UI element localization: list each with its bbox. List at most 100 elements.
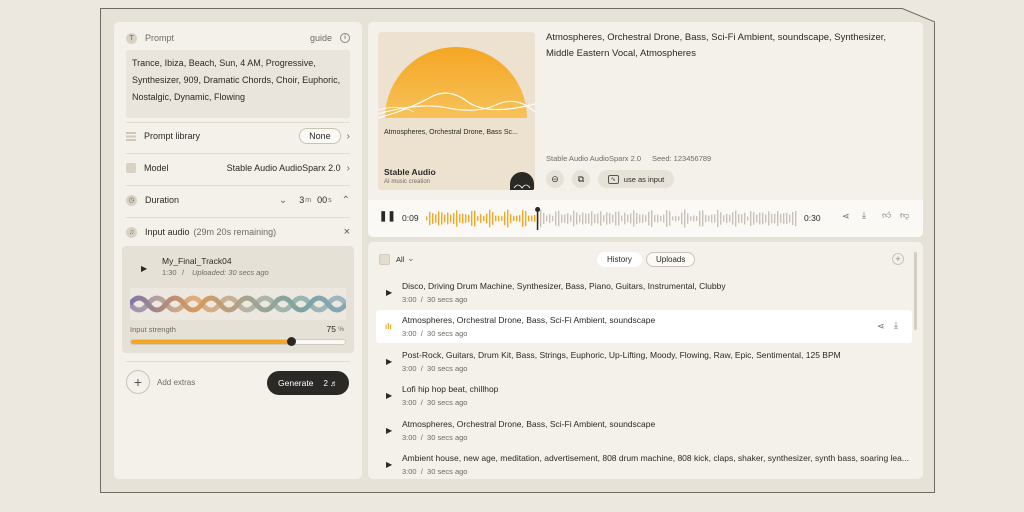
waveform-bar (708, 215, 710, 222)
waveform-bar (552, 215, 554, 222)
prompt-textarea[interactable]: Trance, Ibiza, Beach, Sun, 4 AM, Progres… (126, 50, 350, 118)
waveform-bar (678, 216, 680, 221)
waveform-bar (663, 214, 665, 223)
waveform-bar (621, 215, 623, 222)
input-track-length: 1:30 (162, 268, 177, 277)
use-as-input-button[interactable]: ∿ use as input (598, 170, 674, 188)
waveform-bar (693, 215, 695, 222)
download-icon[interactable]: ⤓ (862, 210, 866, 221)
waveform-bar (480, 214, 482, 223)
copy-icon[interactable]: ⧉ (572, 170, 590, 188)
tab-uploads[interactable]: Uploads (646, 252, 696, 267)
waveform-bar (432, 213, 434, 224)
waveform-bar (723, 215, 725, 222)
add-icon[interactable]: + (892, 253, 904, 265)
model-value[interactable]: Stable Audio AudioSparx 2.0 (227, 163, 341, 173)
audio-file-icon: ♫ (126, 226, 137, 238)
duration-seconds[interactable]: 00 (317, 195, 327, 205)
minutes-unit: m (305, 196, 312, 204)
info-icon[interactable]: i (340, 33, 350, 43)
duration-row: ◷ Duration ⌄ 3 m 00 s ⌃ (114, 192, 362, 208)
list-item[interactable]: ▶ Ambient house, new age, meditation, ad… (376, 448, 912, 479)
waveform-bar (612, 214, 614, 223)
waveform-bar (585, 213, 587, 224)
reuse-settings-icon[interactable]: ⊝ (546, 170, 564, 188)
download-icon[interactable]: ⤓ (894, 320, 898, 331)
waveform-bar (597, 213, 599, 224)
waveform-bar (702, 210, 704, 227)
waveform-bar (531, 215, 533, 222)
item-title: Ambient house, new age, meditation, adve… (402, 453, 909, 463)
input-strength-fill (131, 340, 292, 344)
cover-caption: Atmospheres, Orchestral Drone, Bass Sc..… (384, 129, 518, 136)
waveform-bar (447, 212, 449, 225)
waveform-bar (477, 216, 479, 221)
play-icon[interactable]: ▶ (386, 460, 392, 469)
waveform-bar (792, 212, 794, 225)
item-title: Disco, Driving Drum Machine, Synthesizer… (402, 281, 726, 291)
list-item[interactable]: ▶ Lofi hip hop beat, chillhop 3:00 / 30 … (376, 379, 912, 412)
thumbs-up-icon[interactable]: 👍︎ (882, 210, 891, 221)
play-icon[interactable]: ▶ (386, 288, 392, 297)
prompt-library-value[interactable]: None (299, 128, 341, 144)
waveform-bar (681, 212, 683, 225)
waveform-bar (603, 215, 605, 222)
play-icon[interactable]: ▶ (386, 357, 392, 366)
track-model: Stable Audio AudioSparx 2.0 (546, 154, 642, 163)
divider (126, 361, 350, 362)
filter-label[interactable]: All (396, 255, 404, 264)
item-meta: 3:00 / 30 secs ago (402, 295, 468, 304)
input-play-icon[interactable]: ▶ (141, 264, 147, 273)
playhead-knob[interactable] (535, 207, 541, 212)
generate-cost: 2 (323, 378, 328, 388)
chevron-down-icon[interactable]: ⌄ (407, 253, 415, 264)
waveform-bar (588, 213, 590, 224)
duration-minutes[interactable]: 3 (299, 195, 304, 205)
close-icon[interactable]: × (344, 226, 350, 238)
generate-button[interactable]: Generate 2 ♬ (267, 371, 349, 395)
waveform-bar (726, 213, 728, 224)
play-icon[interactable]: ▶ (386, 391, 392, 400)
waveform-bar (567, 213, 569, 224)
input-strength-slider[interactable] (130, 337, 346, 346)
track-description: Atmospheres, Orchestral Drone, Bass, Sci… (546, 32, 887, 59)
waveform-bar (639, 214, 641, 223)
waveform-bar (705, 214, 707, 223)
input-audio-header: ♫ Input audio (29m 20s remaining) × (114, 224, 362, 240)
waveform-bar (720, 212, 722, 225)
model-row[interactable]: Model Stable Audio AudioSparx 2.0 › (114, 160, 362, 176)
list-item[interactable]: ▶ Atmospheres, Orchestral Drone, Bass, S… (376, 414, 912, 447)
cover-brand: Stable Audio (384, 167, 436, 177)
share-icon[interactable]: ⋖ (877, 321, 885, 332)
list-item[interactable]: ▶ Post-Rock, Guitars, Drum Kit, Bass, St… (376, 345, 912, 378)
waveform-bar (570, 215, 572, 222)
duration-increase-icon[interactable]: ⌃ (342, 195, 350, 206)
thumbs-down-icon[interactable]: 👎︎ (900, 210, 909, 221)
input-strength-handle[interactable] (287, 337, 296, 346)
generate-label: Generate (278, 378, 314, 388)
play-icon[interactable]: ▶ (386, 426, 392, 435)
waveform-bar (606, 212, 608, 225)
item-duration: 3:00 (402, 433, 417, 442)
waveform-bar (717, 209, 719, 228)
input-strength-unit: % (338, 326, 344, 333)
duration-decrease-icon[interactable]: ⌄ (279, 195, 287, 206)
track-waveform[interactable] (426, 207, 798, 230)
waveform-bar (474, 210, 476, 227)
share-icon[interactable]: ⋖ (842, 211, 850, 222)
waveform-bar (699, 210, 701, 227)
filter-checkbox[interactable] (379, 254, 390, 265)
list-item-selected[interactable]: ılı Atmospheres, Orchestral Drone, Bass,… (376, 310, 912, 343)
guide-link[interactable]: guide (310, 33, 332, 43)
list-item[interactable]: ▶ Disco, Driving Drum Machine, Synthesiz… (376, 276, 912, 309)
waveform-bar (576, 212, 578, 225)
prompt-library-row[interactable]: Prompt library None › (114, 128, 362, 144)
tab-history[interactable]: History (597, 252, 642, 267)
item-age: 30 secs ago (427, 467, 468, 476)
list-icon (126, 131, 136, 141)
add-extras-button[interactable]: + (126, 370, 150, 394)
pause-icon[interactable]: ❚❚ (379, 211, 396, 222)
scrollbar[interactable] (914, 252, 917, 330)
waveform-bar (780, 214, 782, 223)
input-waveform (130, 288, 346, 320)
